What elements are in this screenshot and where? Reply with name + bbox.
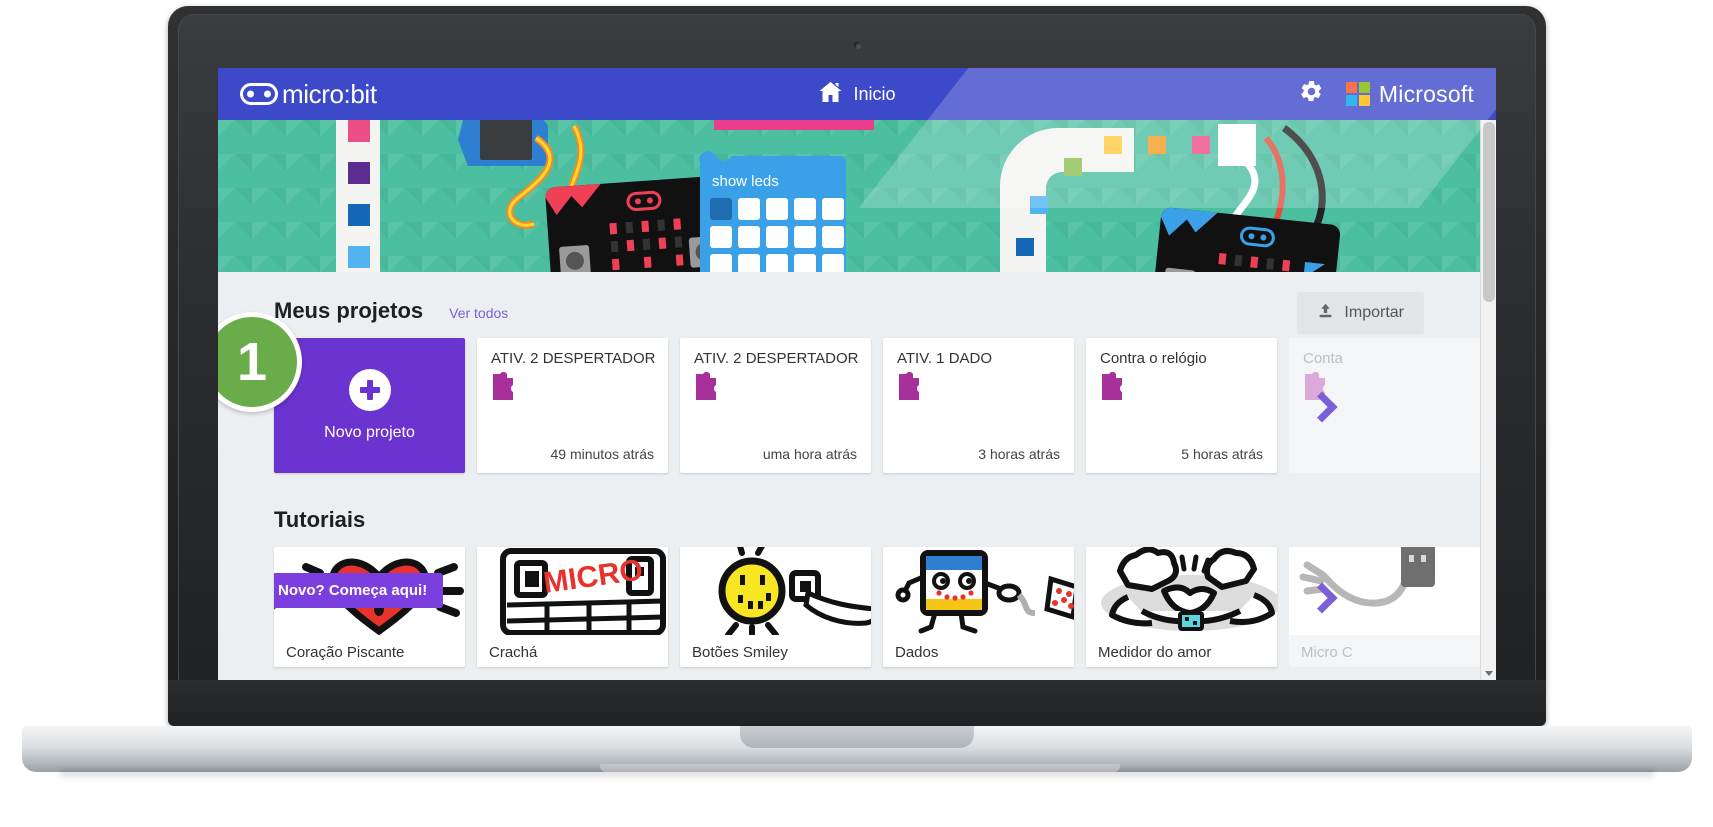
vertical-scrollbar[interactable] <box>1480 120 1496 680</box>
project-card[interactable]: ATIV. 2 DESPERTADOR LU... 49 minutos atr… <box>477 338 668 473</box>
smiley-buttons-thumb <box>680 547 871 640</box>
microsoft-logo-icon[interactable]: Microsoft <box>1345 80 1474 108</box>
home-nav-item[interactable]: Inicio <box>818 81 896 108</box>
tutorial-label: Crachá <box>489 644 538 661</box>
project-time: 3 horas atrás <box>978 446 1060 462</box>
laptop-base-lip <box>740 726 974 748</box>
new-project-label: Novo projeto <box>324 424 415 441</box>
screen-viewport: micro:bit Inicio Microsoft show leds Meu… <box>218 68 1496 680</box>
tutorial-card[interactable]: Dados <box>883 547 1074 667</box>
svg-text:show leds: show leds <box>712 173 779 190</box>
tutorial-label: Medidor do amor <box>1098 644 1212 661</box>
page-title: Meus projetos <box>274 298 424 323</box>
laptop-bottom-bezel <box>168 680 1546 726</box>
tutorials-title: Tutoriais <box>274 507 366 532</box>
project-title: ATIV. 2 DESPERTADOR LU... <box>694 350 859 367</box>
step-number: 1 <box>236 332 268 392</box>
puzzle-piece-icon <box>694 371 720 407</box>
tutorial-card[interactable]: Medidor do amor <box>1086 547 1277 667</box>
project-card[interactable]: Contra o relógio 5 horas atrás <box>1086 338 1277 473</box>
project-card[interactable]: ATIV. 1 DADO 3 horas atrás <box>883 338 1074 473</box>
project-title: ATIV. 2 DESPERTADOR LU... <box>491 350 656 367</box>
name-badge-thumb: MICRO <box>477 547 668 636</box>
tutorial-card[interactable]: Botões Smiley <box>680 547 871 667</box>
new-project-tile[interactable]: Novo projeto <box>274 338 465 473</box>
hero-illustration: show leds <box>336 120 1341 272</box>
tutorial-card[interactable]: Novo? Começa aqui! Coração Piscante <box>274 547 465 667</box>
project-title: ATIV. 1 DADO <box>897 350 993 367</box>
microsoft-squares <box>1345 82 1370 106</box>
project-title: Conta <box>1303 350 1344 367</box>
tutorial-label: Dados <box>895 644 939 661</box>
project-time: 5 horas atrás <box>1181 446 1263 462</box>
hero-banner: show leds <box>218 120 1480 272</box>
tutorial-label: Botões Smiley <box>692 644 788 661</box>
upload-icon <box>1317 302 1334 324</box>
projects-section-header: Meus projetos Ver todos Importar <box>218 272 1480 334</box>
laptop-mockup: micro:bit Inicio Microsoft show leds Meu… <box>0 0 1713 827</box>
tutorials-card-row: Novo? Começa aqui! Coração Piscante MICR… <box>218 533 1480 667</box>
home-icon <box>818 81 842 108</box>
love-meter-thumb <box>1086 547 1277 635</box>
project-time: uma hora atrás <box>762 446 857 462</box>
project-title: Contra o relógio <box>1100 350 1207 367</box>
project-time: 49 minutos atrás <box>550 446 655 462</box>
laptop-shadow <box>60 770 1654 780</box>
dice-thumb <box>883 547 1074 635</box>
webcam-icon <box>851 39 862 50</box>
scroll-down-arrow-icon[interactable] <box>1485 671 1493 676</box>
microbit-brand[interactable]: micro:bit <box>240 79 377 110</box>
tutorials-section-header: Tutoriais <box>218 473 1480 533</box>
project-card[interactable]: ATIV. 2 DESPERTADOR LU... uma hora atrás <box>680 338 871 473</box>
brand-label: micro:bit <box>282 78 377 109</box>
scrollbar-thumb[interactable] <box>1483 122 1495 302</box>
puzzle-piece-icon <box>491 371 517 407</box>
new-here-badge: Novo? Começa aqui! <box>274 573 444 621</box>
project-card-next[interactable]: Conta <box>1289 338 1480 473</box>
tutorial-card[interactable]: MICRO Crachá <box>477 547 668 667</box>
app-header: micro:bit Inicio Microsoft <box>218 68 1496 120</box>
see-all-link[interactable]: Ver todos <box>449 305 508 321</box>
puzzle-piece-icon <box>1100 371 1126 407</box>
tutorial-label: Micro C <box>1301 644 1353 661</box>
main-content: Meus projetos Ver todos Importar 1 Novo … <box>218 272 1480 680</box>
microsoft-label: Microsoft <box>1378 80 1474 107</box>
plus-icon <box>348 369 391 411</box>
gear-icon[interactable] <box>1299 79 1324 109</box>
home-label: Inicio <box>853 83 896 104</box>
tutorial-card-next[interactable]: Micro C <box>1289 547 1480 667</box>
microbit-logo-icon <box>240 83 278 105</box>
import-label: Importar <box>1344 304 1404 321</box>
puzzle-piece-icon <box>897 371 923 407</box>
projects-card-row: 1 Novo projeto ATIV. 2 DESPERTADOR LU...… <box>218 312 1480 473</box>
tutorial-label: Coração Piscante <box>286 644 405 661</box>
header-actions: Microsoft <box>1299 79 1474 109</box>
